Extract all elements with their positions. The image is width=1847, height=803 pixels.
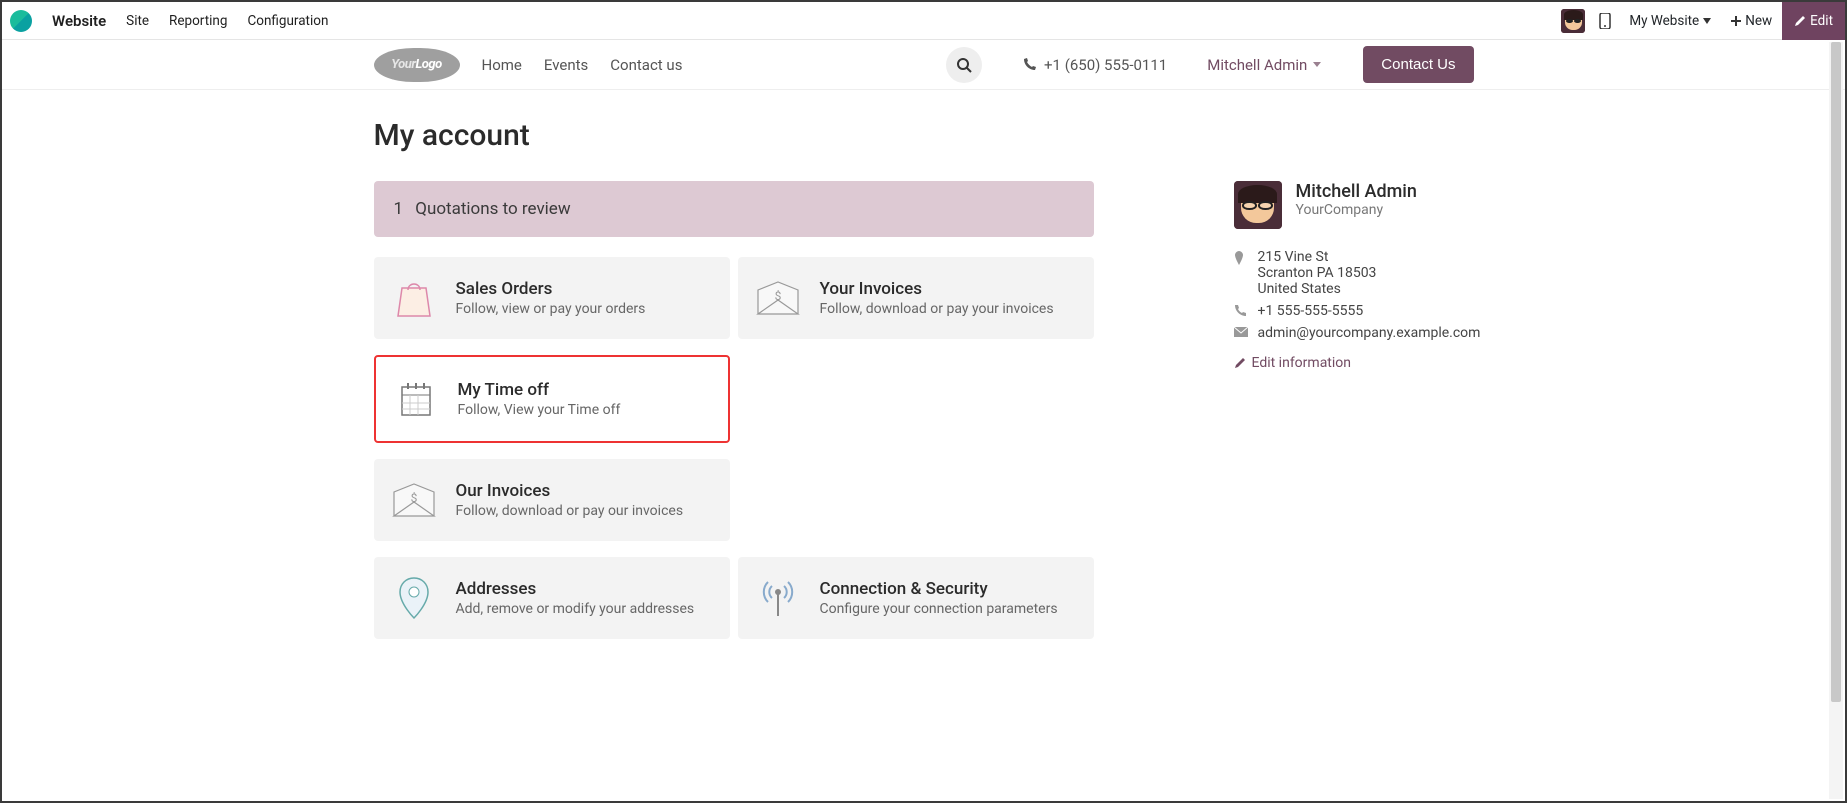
map-marker-icon bbox=[1234, 249, 1248, 265]
email-text: admin@yourcompany.example.com bbox=[1258, 325, 1481, 341]
phone-text: +1 555-555-5555 bbox=[1258, 303, 1364, 319]
admin-bar: Website Site Reporting Configuration My … bbox=[2, 2, 1845, 40]
pencil-icon bbox=[1794, 15, 1806, 27]
contact-us-button[interactable]: Contact Us bbox=[1363, 46, 1473, 83]
nav-home[interactable]: Home bbox=[482, 56, 522, 74]
app-icon bbox=[10, 10, 32, 32]
card-connection-security[interactable]: Connection & Security Configure your con… bbox=[738, 557, 1094, 639]
user-dropdown[interactable]: Mitchell Admin bbox=[1207, 56, 1321, 74]
contact-card: Mitchell Admin YourCompany bbox=[1234, 181, 1481, 229]
alert-count: 1 bbox=[394, 199, 404, 219]
shopping-bag-icon bbox=[390, 274, 438, 322]
my-website-dropdown[interactable]: My Website bbox=[1619, 13, 1721, 29]
card-sales-orders[interactable]: Sales Orders Follow, view or pay your or… bbox=[374, 257, 730, 339]
admin-brand[interactable]: Website bbox=[42, 12, 116, 30]
site-logo[interactable]: YourLogo bbox=[374, 48, 460, 82]
scrollbar-thumb[interactable] bbox=[1831, 42, 1841, 702]
caret-down-icon bbox=[1313, 62, 1321, 67]
card-title: Addresses bbox=[456, 579, 695, 599]
edit-info-label: Edit information bbox=[1252, 355, 1352, 371]
card-title: My Time off bbox=[458, 380, 621, 400]
card-your-invoices[interactable]: $ Your Invoices Follow, download or pay … bbox=[738, 257, 1094, 339]
main-column: 1 Quotations to review Sales Orders Foll… bbox=[374, 181, 1094, 639]
pencil-icon bbox=[1234, 357, 1246, 369]
envelope-icon bbox=[1234, 325, 1248, 337]
card-sub: Follow, download or pay your invoices bbox=[820, 301, 1054, 317]
new-button[interactable]: New bbox=[1721, 13, 1782, 29]
alert-quotations[interactable]: 1 Quotations to review bbox=[374, 181, 1094, 237]
plus-icon bbox=[1731, 16, 1741, 26]
pin-icon bbox=[390, 574, 438, 622]
phone-row: +1 555-555-5555 bbox=[1234, 303, 1481, 319]
invoice-icon: $ bbox=[390, 476, 438, 524]
header-phone-text: +1 (650) 555-0111 bbox=[1044, 56, 1167, 74]
my-website-label: My Website bbox=[1629, 13, 1699, 29]
card-sub: Configure your connection parameters bbox=[820, 601, 1058, 617]
card-sub: Follow, download or pay our invoices bbox=[456, 503, 684, 519]
addr-line2: Scranton PA 18503 bbox=[1258, 265, 1377, 281]
phone-icon bbox=[1234, 303, 1248, 317]
card-my-time-off[interactable]: My Time off Follow, View your Time off bbox=[374, 355, 730, 443]
card-title: Connection & Security bbox=[820, 579, 1058, 599]
header-phone: +1 (650) 555-0111 bbox=[1022, 56, 1167, 74]
page-title: My account bbox=[374, 118, 1474, 153]
edit-information-link[interactable]: Edit information bbox=[1234, 355, 1481, 371]
admin-menu-configuration[interactable]: Configuration bbox=[237, 13, 338, 29]
admin-menu-site[interactable]: Site bbox=[116, 13, 159, 29]
new-label: New bbox=[1745, 13, 1772, 29]
mobile-icon[interactable] bbox=[1591, 13, 1619, 29]
card-addresses[interactable]: Addresses Add, remove or modify your add… bbox=[374, 557, 730, 639]
card-our-invoices[interactable]: $ Our Invoices Follow, download or pay o… bbox=[374, 459, 730, 541]
contact-company: YourCompany bbox=[1296, 202, 1417, 218]
scrollbar[interactable] bbox=[1829, 42, 1843, 799]
card-sub: Add, remove or modify your addresses bbox=[456, 601, 695, 617]
svg-text:$: $ bbox=[774, 289, 781, 303]
search-icon bbox=[956, 57, 972, 73]
nav-contactus[interactable]: Contact us bbox=[610, 56, 682, 74]
admin-menu-reporting[interactable]: Reporting bbox=[159, 13, 237, 29]
edit-button[interactable]: Edit bbox=[1782, 2, 1845, 40]
card-sub: Follow, view or pay your orders bbox=[456, 301, 646, 317]
card-title: Our Invoices bbox=[456, 481, 684, 501]
user-name: Mitchell Admin bbox=[1207, 56, 1307, 74]
contact-name: Mitchell Admin bbox=[1296, 181, 1417, 202]
email-row: admin@yourcompany.example.com bbox=[1234, 325, 1481, 341]
admin-avatar[interactable] bbox=[1561, 9, 1585, 33]
nav-events[interactable]: Events bbox=[544, 56, 588, 74]
phone-icon bbox=[1022, 58, 1036, 72]
invoice-icon: $ bbox=[754, 274, 802, 322]
search-button[interactable] bbox=[946, 47, 982, 83]
antenna-icon bbox=[754, 574, 802, 622]
svg-text:$: $ bbox=[410, 491, 417, 505]
page: My account 1 Quotations to review Sales … bbox=[374, 90, 1474, 639]
addr-line1: 215 Vine St bbox=[1258, 249, 1377, 265]
caret-down-icon bbox=[1703, 18, 1711, 24]
site-header: YourLogo Home Events Contact us +1 (650)… bbox=[2, 40, 1845, 90]
card-title: Sales Orders bbox=[456, 279, 646, 299]
calendar-icon bbox=[392, 375, 440, 423]
edit-label: Edit bbox=[1810, 13, 1833, 29]
avatar bbox=[1234, 181, 1282, 229]
card-sub: Follow, View your Time off bbox=[458, 402, 621, 418]
card-title: Your Invoices bbox=[820, 279, 1054, 299]
alert-text: Quotations to review bbox=[415, 199, 570, 219]
address-row: 215 Vine St Scranton PA 18503 United Sta… bbox=[1234, 249, 1481, 297]
side-column: Mitchell Admin YourCompany 215 Vine St S… bbox=[1134, 181, 1481, 639]
addr-line3: United States bbox=[1258, 281, 1377, 297]
